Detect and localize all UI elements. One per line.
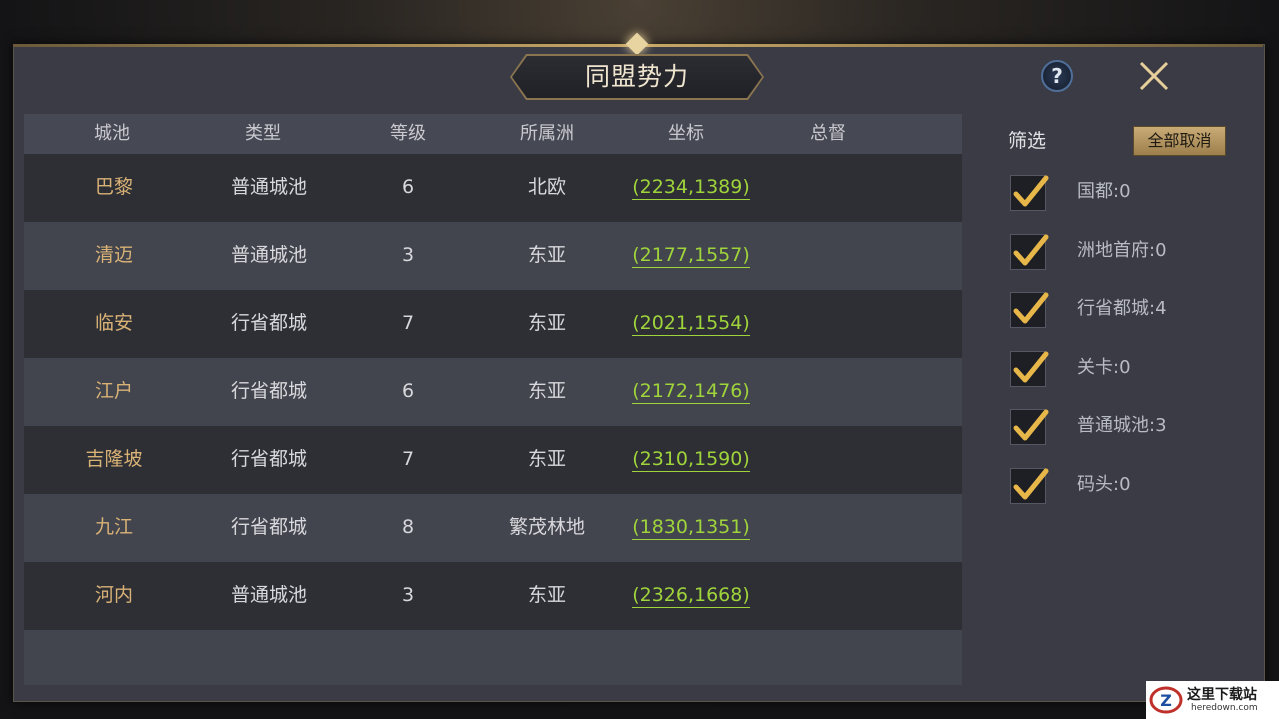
header-type: 类型	[245, 123, 281, 144]
cell-city: 巴黎	[94, 176, 133, 198]
check-icon	[1013, 234, 1049, 266]
check-icon	[1013, 351, 1049, 383]
cell-coord: (2310,1590)	[616, 426, 766, 494]
cell-governor	[778, 358, 878, 426]
filter-option-label: 行省都城:4	[1077, 298, 1167, 319]
cell-city: 九江	[94, 516, 133, 538]
cancel-all-button[interactable]: 全部取消	[1133, 126, 1226, 156]
cell-continent: 东亚	[527, 244, 566, 266]
filter-option-label: 国都:0	[1077, 181, 1131, 202]
cell-governor	[778, 562, 878, 630]
close-button[interactable]	[1136, 58, 1172, 94]
header-governor: 总督	[810, 123, 846, 144]
cell-city: 吉隆坡	[85, 448, 143, 470]
panel-title: 同盟势力	[584, 62, 689, 91]
coord-link[interactable]: (2172,1476)	[632, 380, 750, 404]
check-icon	[1013, 409, 1049, 441]
cell-coord: (2234,1389)	[616, 154, 766, 222]
cell-governor	[778, 154, 878, 222]
filter-checkbox[interactable]	[1010, 234, 1049, 270]
close-icon	[1139, 61, 1169, 91]
cell-level: 3	[401, 244, 415, 266]
cell-continent: 繁茂林地	[508, 516, 585, 538]
coord-link[interactable]: (2326,1668)	[632, 584, 750, 608]
check-icon	[1013, 292, 1049, 324]
cell-city: 临安	[94, 312, 133, 334]
cell-coord: (2326,1668)	[616, 562, 766, 630]
filter-checkbox[interactable]	[1010, 292, 1049, 328]
cell-level: 8	[401, 516, 415, 538]
cell-city: 江户	[94, 380, 133, 402]
cell-governor	[778, 426, 878, 494]
cell-continent: 东亚	[527, 584, 566, 606]
header-city: 城池	[94, 123, 130, 144]
cell-type: 行省都城	[230, 448, 307, 470]
check-icon	[1013, 175, 1049, 207]
cell-type: 行省都城	[230, 380, 307, 402]
cell-governor	[778, 290, 878, 358]
cell-level: 7	[401, 312, 415, 334]
cell-continent: 东亚	[527, 448, 566, 470]
svg-text:Z: Z	[1160, 691, 1172, 710]
filter-checkbox[interactable]	[1010, 351, 1049, 387]
watermark-text: 这里下载站	[1187, 687, 1257, 703]
table-row-empty	[24, 630, 962, 685]
cell-governor	[778, 222, 878, 290]
filter-option-label: 关卡:0	[1077, 357, 1131, 378]
filter-option-label: 码头:0	[1077, 474, 1131, 495]
cell-level: 6	[401, 176, 415, 198]
site-logo-icon: Z	[1149, 686, 1183, 714]
coord-link[interactable]: (2234,1389)	[632, 176, 750, 200]
coord-link[interactable]: (1830,1351)	[632, 516, 750, 540]
cell-continent: 北欧	[527, 176, 566, 198]
header-level: 等级	[390, 123, 426, 144]
cell-level: 6	[401, 380, 415, 402]
filter-checkbox[interactable]	[1010, 468, 1049, 504]
cell-coord: (2177,1557)	[616, 222, 766, 290]
cell-coord: (2021,1554)	[616, 290, 766, 358]
cell-type: 行省都城	[230, 516, 307, 538]
cell-type: 普通城池	[230, 584, 307, 606]
cell-coord: (1830,1351)	[616, 494, 766, 562]
cell-level: 7	[401, 448, 415, 470]
cell-governor	[778, 494, 878, 562]
watermark-url: heredown.com	[1191, 703, 1258, 713]
coord-link[interactable]: (2021,1554)	[632, 312, 750, 336]
cell-city: 清迈	[94, 244, 133, 266]
cell-type: 普通城池	[230, 244, 307, 266]
cell-level: 3	[401, 584, 415, 606]
filter-label: 筛选	[1008, 130, 1047, 152]
cell-continent: 东亚	[527, 312, 566, 334]
cell-city: 河内	[94, 584, 133, 606]
coord-link[interactable]: (2310,1590)	[632, 448, 750, 472]
cell-type: 普通城池	[230, 176, 307, 198]
filter-checkbox[interactable]	[1010, 175, 1049, 211]
cell-coord: (2172,1476)	[616, 358, 766, 426]
filter-checkbox[interactable]	[1010, 409, 1049, 445]
header-continent: 所属洲	[520, 123, 574, 144]
filter-option-label: 洲地首府:0	[1077, 240, 1167, 261]
help-button[interactable]: ?	[1041, 60, 1073, 92]
filter-option-label: 普通城池:3	[1077, 415, 1167, 436]
header-coord: 坐标	[668, 123, 704, 144]
check-icon	[1013, 468, 1049, 500]
coord-link[interactable]: (2177,1557)	[632, 244, 750, 268]
cell-type: 行省都城	[230, 312, 307, 334]
cell-continent: 东亚	[527, 380, 566, 402]
